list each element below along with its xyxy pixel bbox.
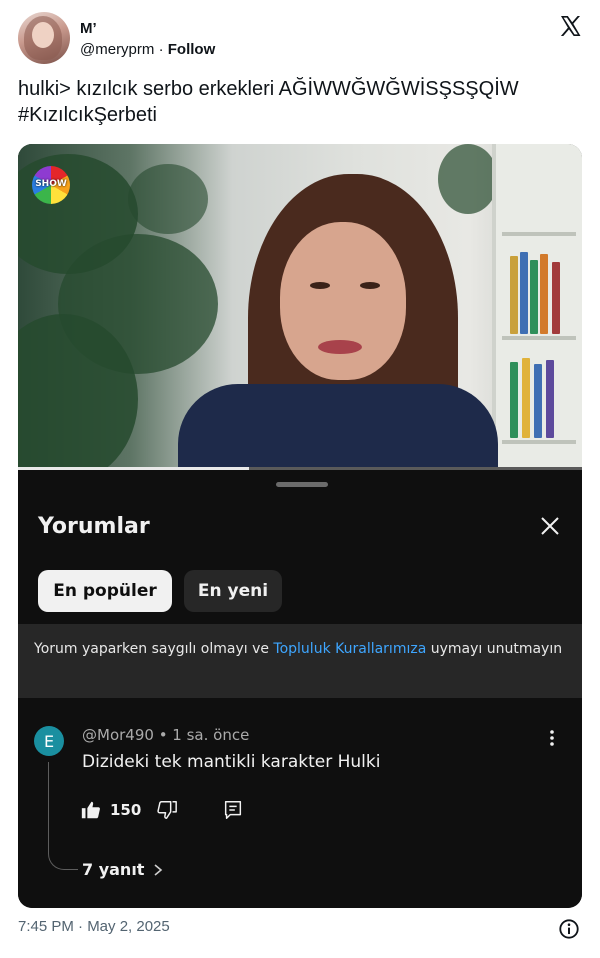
follow-button[interactable]: Follow xyxy=(168,41,216,58)
comments-sheet: Yorumlar En popüler En yeni Yorum yapark… xyxy=(18,470,582,908)
chip-newest[interactable]: En yeni xyxy=(184,570,282,612)
info-icon[interactable] xyxy=(558,918,580,940)
view-replies-button[interactable]: 7 yanıt xyxy=(82,860,164,879)
comment-meta: @Mor490 • 1 sa. önce xyxy=(82,726,249,744)
avatar[interactable] xyxy=(18,12,70,64)
comment-age: • 1 sa. önce xyxy=(153,726,250,744)
handle-row: @meryprm · Follow xyxy=(80,41,215,58)
tweet-text: hulki> kızılcık serbo erkekleri AĞİWWĞWĞ… xyxy=(18,76,584,128)
community-notice: Yorum yaparken saygılı olmayı ve Toplulu… xyxy=(18,624,582,698)
video-frame[interactable]: SHOW xyxy=(18,144,582,470)
channel-logo: SHOW xyxy=(32,166,70,204)
thread-line xyxy=(48,762,78,870)
dislike-button[interactable] xyxy=(156,798,178,822)
thumbs-up-icon xyxy=(81,801,100,819)
close-icon[interactable] xyxy=(538,514,562,538)
thumbs-down-icon xyxy=(157,801,177,819)
comment-text: Dizideki tek mantikli karakter Hulki xyxy=(82,752,381,772)
tweet-timestamp[interactable]: 7:45 PM · May 2, 2025 xyxy=(18,918,170,935)
chip-top-comments[interactable]: En popüler xyxy=(38,570,172,612)
tweet-text-line: hulki> kızılcık serbo erkekleri AĞİWWĞWĞ… xyxy=(18,78,519,100)
reply-icon xyxy=(224,801,242,819)
comment-author[interactable]: @Mor490 xyxy=(82,726,154,744)
media-card[interactable]: SHOW Yorumlar En popüler En yeni Yorum y… xyxy=(18,144,582,908)
tweet-footer: 7:45 PM · May 2, 2025 xyxy=(18,918,584,940)
notice-text-end: uymayı unutmayın xyxy=(426,641,563,657)
like-button[interactable]: 150 xyxy=(80,798,141,822)
separator: · xyxy=(158,41,164,58)
tweet-header: M’ @meryprm · Follow xyxy=(18,12,584,68)
reply-button[interactable] xyxy=(222,798,244,822)
user-handle[interactable]: @meryprm xyxy=(80,41,154,58)
hashtag-link[interactable]: #KızılcıkŞerbeti xyxy=(18,102,584,128)
notice-text: Yorum yaparken saygılı olmayı ve xyxy=(34,641,274,657)
x-logo-icon[interactable] xyxy=(558,14,582,38)
drag-handle[interactable] xyxy=(276,482,328,487)
replies-label: 7 yanıt xyxy=(82,860,145,879)
channel-logo-text: SHOW xyxy=(35,179,67,189)
like-count: 150 xyxy=(110,801,142,819)
chevron-right-icon xyxy=(154,863,163,876)
community-guidelines-link[interactable]: Topluluk Kurallarımıza xyxy=(273,641,426,657)
display-name[interactable]: M’ xyxy=(80,20,97,37)
sheet-title: Yorumlar xyxy=(38,514,150,539)
more-vertical-icon[interactable] xyxy=(542,728,562,748)
comment-avatar[interactable]: E xyxy=(34,726,64,756)
